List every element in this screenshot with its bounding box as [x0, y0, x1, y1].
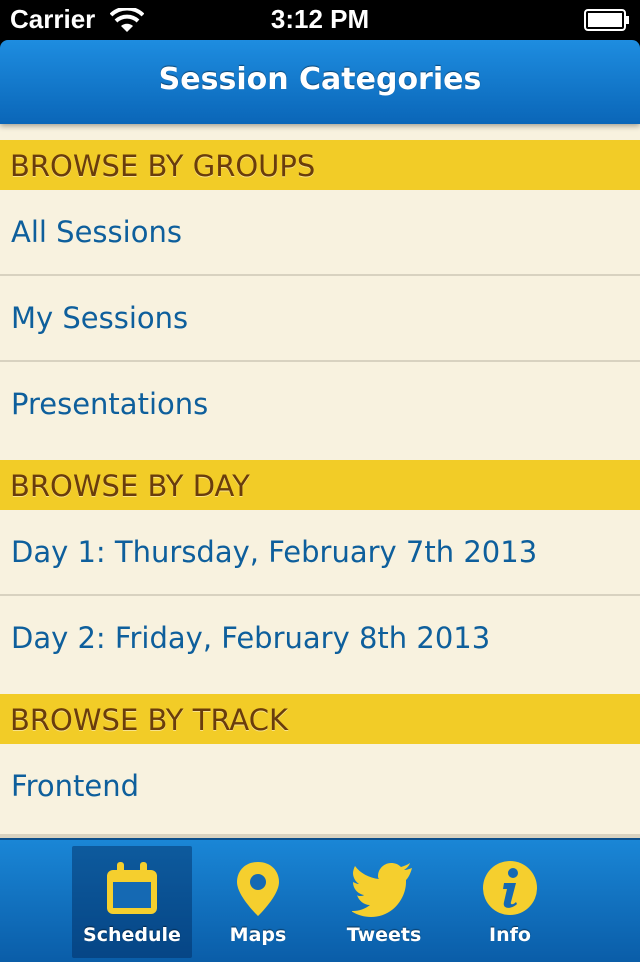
tab-tweets[interactable]: Tweets	[324, 846, 444, 958]
battery-icon	[584, 9, 630, 35]
list-item-presentations[interactable]: Presentations	[0, 362, 640, 448]
section-header-groups: BROWSE BY GROUPS	[0, 140, 640, 190]
twitter-bird-icon	[324, 858, 444, 922]
category-list[interactable]: BROWSE BY GROUPS All Sessions My Session…	[0, 124, 640, 838]
navigation-bar: Session Categories	[0, 40, 640, 124]
section-header-track: BROWSE BY TRACK	[0, 694, 640, 744]
section-header-day: BROWSE BY DAY	[0, 460, 640, 510]
list-item-all-sessions[interactable]: All Sessions	[0, 190, 640, 276]
calendar-icon	[72, 858, 192, 922]
list-item-day-2[interactable]: Day 2: Friday, February 8th 2013	[0, 596, 640, 682]
tab-bar: Schedule Maps Tweets Info	[0, 838, 640, 962]
tab-label-tweets: Tweets	[346, 924, 422, 946]
info-icon	[450, 858, 570, 922]
list-item-my-sessions[interactable]: My Sessions	[0, 276, 640, 362]
page-title: Session Categories	[158, 62, 482, 97]
tab-label-schedule: Schedule	[83, 924, 181, 946]
tab-schedule[interactable]: Schedule	[72, 846, 192, 958]
tab-label-maps: Maps	[229, 924, 287, 946]
map-pin-icon	[198, 858, 318, 922]
list-item-day-1[interactable]: Day 1: Thursday, February 7th 2013	[0, 510, 640, 596]
tab-maps[interactable]: Maps	[198, 846, 318, 958]
tab-label-info: Info	[489, 924, 531, 946]
clock: 3:12 PM	[270, 4, 370, 34]
list-item-frontend[interactable]: Frontend	[0, 744, 640, 830]
status-bar: Carrier 3:12 PM	[0, 0, 640, 40]
tab-info[interactable]: Info	[450, 846, 570, 958]
